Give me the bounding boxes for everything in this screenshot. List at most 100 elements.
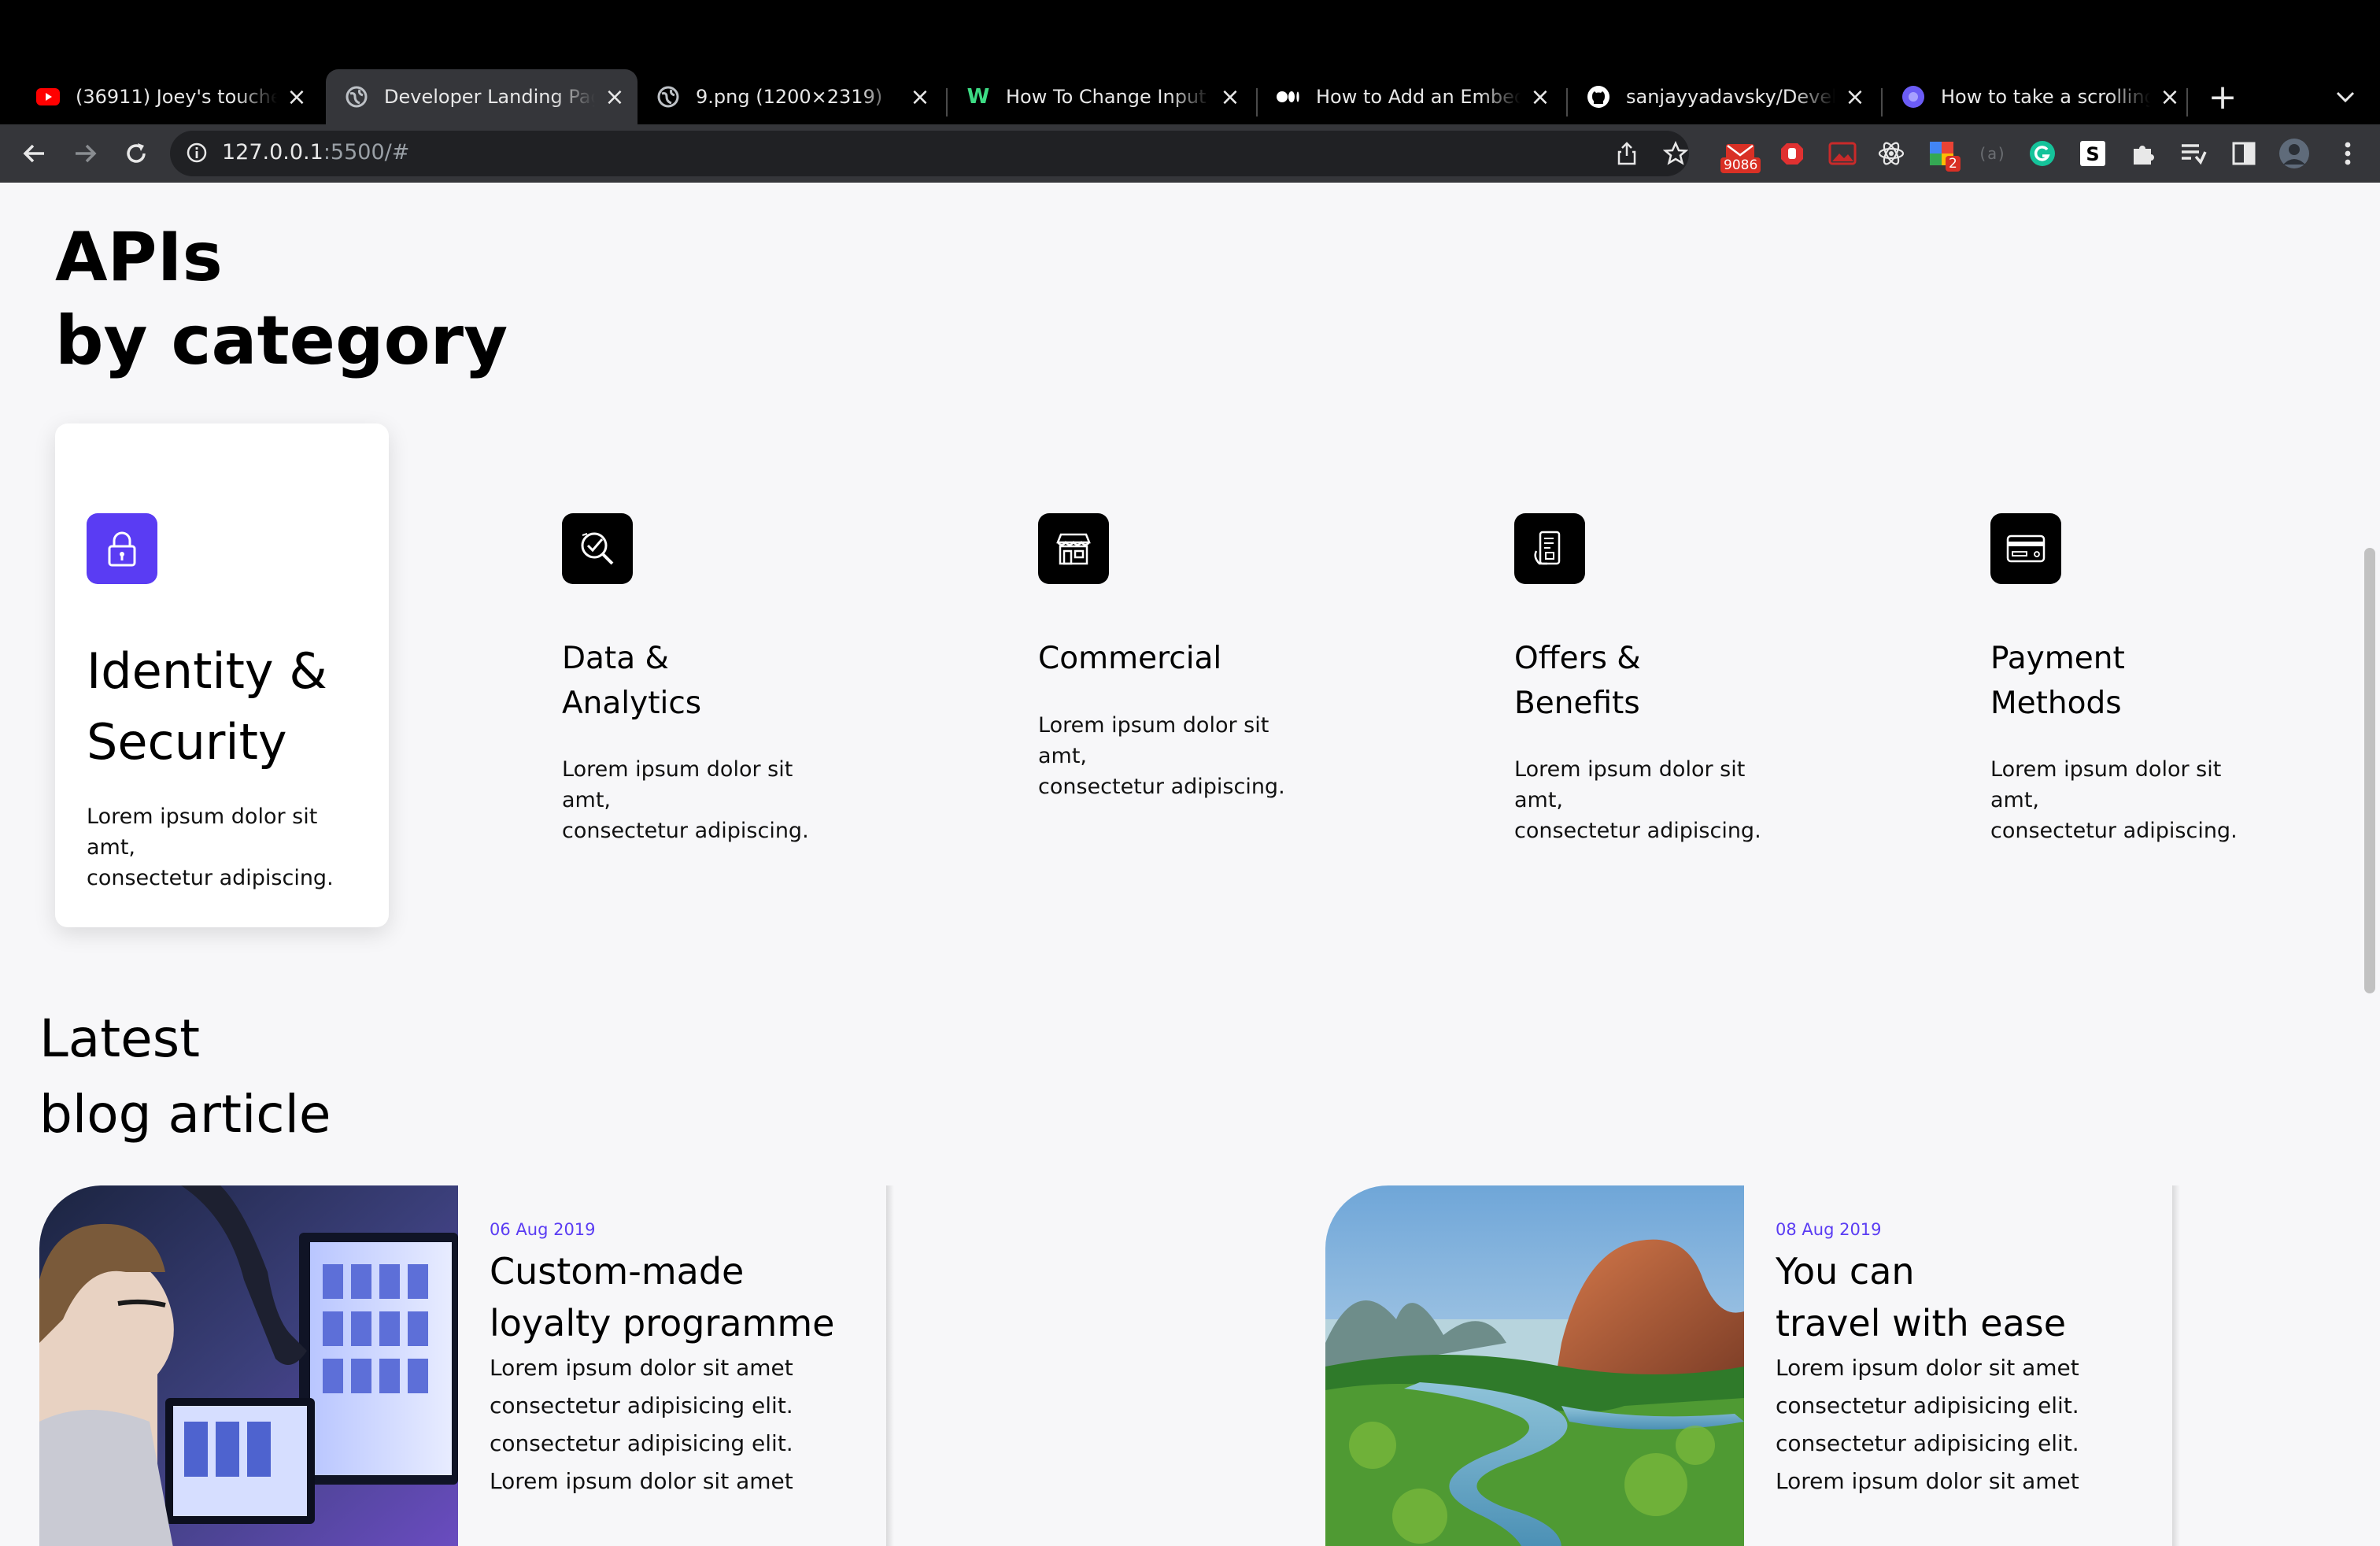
react-devtools-icon[interactable] — [1875, 137, 1908, 170]
article-title[interactable]: You can travel with ease — [1776, 1245, 2066, 1349]
store-icon — [1038, 513, 1109, 584]
tab-title: sanjayyadavsky/Develo — [1626, 86, 1835, 108]
tab-scrolling-screenshot[interactable]: How to take a scrolling × — [1883, 69, 2193, 124]
category-name-line2: Analytics — [562, 686, 702, 721]
apis-heading-line1: APIs — [55, 218, 223, 297]
stop-hand-extension-icon[interactable] — [1776, 137, 1809, 170]
category-desc-line1: Lorem ipsum dolor sit — [87, 804, 318, 829]
page-scrollbar[interactable] — [2361, 183, 2380, 1546]
article-title-line2: loyalty programme — [490, 1302, 835, 1344]
url-host: 127.0.0.1 — [222, 140, 323, 165]
s-extension-icon[interactable]: S — [2076, 137, 2109, 170]
tab-search-chevron-icon[interactable] — [2330, 69, 2361, 124]
new-tab-button[interactable]: + — [2207, 69, 2238, 124]
category-desc-line3: consectetur adipiscing. — [1038, 775, 1285, 799]
category-desc-line2: amt, — [1514, 788, 1564, 812]
extension-count-badge: 2 — [1946, 156, 1961, 172]
reading-list-icon[interactable] — [2177, 137, 2210, 170]
analytics-search-icon — [562, 513, 633, 584]
tab-how-to-add-embed[interactable]: How to Add an Embedd × — [1258, 69, 1563, 124]
category-name-line1: Identity & — [87, 642, 327, 700]
category-description: Lorem ipsum dolor sit amt, consectetur a… — [562, 754, 809, 846]
category-desc-line2: amt, — [87, 835, 136, 860]
category-name-line1: Offers & — [1514, 641, 1641, 676]
close-tab-icon[interactable]: × — [1528, 83, 1552, 111]
category-card-identity-security[interactable]: Identity & Security Lorem ipsum dolor si… — [55, 423, 389, 927]
card-shadow — [886, 1185, 894, 1546]
article-text-line2: consectetur adipisicing elit. — [1776, 1393, 2079, 1418]
braces-extension-icon[interactable]: (a) — [1975, 137, 2009, 170]
globe-icon — [656, 85, 680, 109]
tab-github[interactable]: sanjayyadavsky/Develo × — [1568, 69, 1878, 124]
tab-developer-landing-page[interactable]: Developer Landing Page × — [326, 69, 638, 124]
tab-title: 9.png (1200×2319) — [696, 86, 883, 108]
close-tab-icon[interactable]: × — [285, 83, 309, 111]
close-tab-icon[interactable]: × — [603, 83, 626, 111]
browser-toolbar: 127.0.0.1:5500/# 9086 2 (a) S — [0, 124, 2380, 183]
mail-extension-icon[interactable]: 9086 — [1720, 137, 1761, 173]
tab-title: How To Change Input P — [1006, 86, 1210, 108]
tab-title: (36911) Joey's touched — [76, 86, 277, 108]
profile-avatar[interactable] — [2278, 137, 2311, 170]
category-desc-line2: amt, — [1990, 788, 2040, 812]
side-panel-icon[interactable] — [2227, 137, 2260, 170]
blog-article-card[interactable]: 08 Aug 2019 You can travel with ease Lor… — [1325, 1185, 2180, 1546]
browser-menu-icon[interactable] — [2331, 137, 2364, 170]
address-bar[interactable]: 127.0.0.1:5500/# — [170, 131, 1689, 176]
back-arrow-icon[interactable] — [16, 135, 52, 172]
category-name: Payment Methods — [1990, 636, 2125, 726]
tab-youtube[interactable]: (36911) Joey's touched × — [17, 69, 320, 124]
github-icon — [1587, 85, 1610, 109]
reload-icon[interactable] — [118, 135, 154, 172]
image-extension-icon[interactable] — [1826, 137, 1859, 170]
article-date: 06 Aug 2019 — [490, 1220, 596, 1239]
tab-title: How to Add an Embedd — [1316, 86, 1521, 108]
category-name-line2: Methods — [1990, 686, 2122, 721]
article-text-line4: Lorem ipsum dolor sit amet — [1776, 1468, 2079, 1494]
browser-chrome: (36911) Joey's touched × Developer Landi… — [0, 0, 2380, 183]
article-title-line1: You can — [1776, 1250, 1915, 1293]
page-viewport: APIs by category Identity & Security Lor… — [0, 183, 2380, 1546]
category-description: Lorem ipsum dolor sit amt, consectetur a… — [1038, 710, 1285, 802]
blog-article-card[interactable]: 06 Aug 2019 Custom-made loyalty programm… — [39, 1185, 894, 1546]
category-desc-line2: amt, — [1038, 744, 1088, 768]
category-name-line1: Commercial — [1038, 641, 1222, 676]
url-text: 127.0.0.1:5500/# — [222, 140, 409, 165]
category-desc-line1: Lorem ipsum dolor sit — [1038, 713, 1269, 738]
article-excerpt: Lorem ipsum dolor sit amet consectetur a… — [490, 1349, 793, 1500]
scrollbar-thumb[interactable] — [2364, 548, 2375, 993]
colorful-extension-icon[interactable]: 2 — [1925, 137, 1961, 172]
category-description: Lorem ipsum dolor sit amt, consectetur a… — [1514, 754, 1761, 846]
close-tab-icon[interactable]: × — [908, 83, 932, 111]
share-icon[interactable] — [1613, 140, 1640, 167]
category-name-line1: Payment — [1990, 641, 2125, 676]
article-date: 08 Aug 2019 — [1776, 1220, 1882, 1239]
globe-icon — [345, 85, 368, 109]
category-description: Lorem ipsum dolor sit amt, consectetur a… — [1990, 754, 2238, 846]
lock-icon — [87, 513, 157, 584]
site-info-icon[interactable] — [186, 142, 209, 165]
url-path: :5500/# — [323, 140, 410, 165]
category-desc-line1: Lorem ipsum dolor sit — [1514, 757, 1746, 782]
tab-how-to-change-input[interactable]: W How To Change Input P × — [948, 69, 1253, 124]
mobile-offer-icon — [1514, 513, 1585, 584]
forward-arrow-icon[interactable] — [68, 135, 104, 172]
category-desc-line3: consectetur adipiscing. — [1514, 819, 1761, 843]
close-tab-icon[interactable]: × — [1843, 83, 1867, 111]
tab-separator — [2186, 88, 2188, 117]
apis-heading: APIs by category — [55, 216, 508, 383]
article-title[interactable]: Custom-made loyalty programme — [490, 1245, 834, 1349]
close-tab-icon[interactable]: × — [1218, 83, 1242, 111]
blog-heading: Latest blog article — [39, 1001, 331, 1152]
card-shadow — [2172, 1185, 2180, 1546]
tab-9-png[interactable]: 9.png (1200×2319) × — [638, 69, 943, 124]
close-tab-icon[interactable]: × — [2158, 83, 2182, 111]
extensions-puzzle-icon[interactable] — [2127, 137, 2160, 170]
article-text-line1: Lorem ipsum dolor sit amet — [490, 1355, 793, 1381]
article-title-line1: Custom-made — [490, 1250, 745, 1293]
grammarly-icon[interactable] — [2026, 137, 2059, 170]
tab-strip: (36911) Joey's touched × Developer Landi… — [0, 69, 2380, 124]
bookmark-star-icon[interactable] — [1662, 140, 1689, 167]
category-name: Commercial — [1038, 636, 1221, 681]
article-text-line1: Lorem ipsum dolor sit amet — [1776, 1355, 2079, 1381]
